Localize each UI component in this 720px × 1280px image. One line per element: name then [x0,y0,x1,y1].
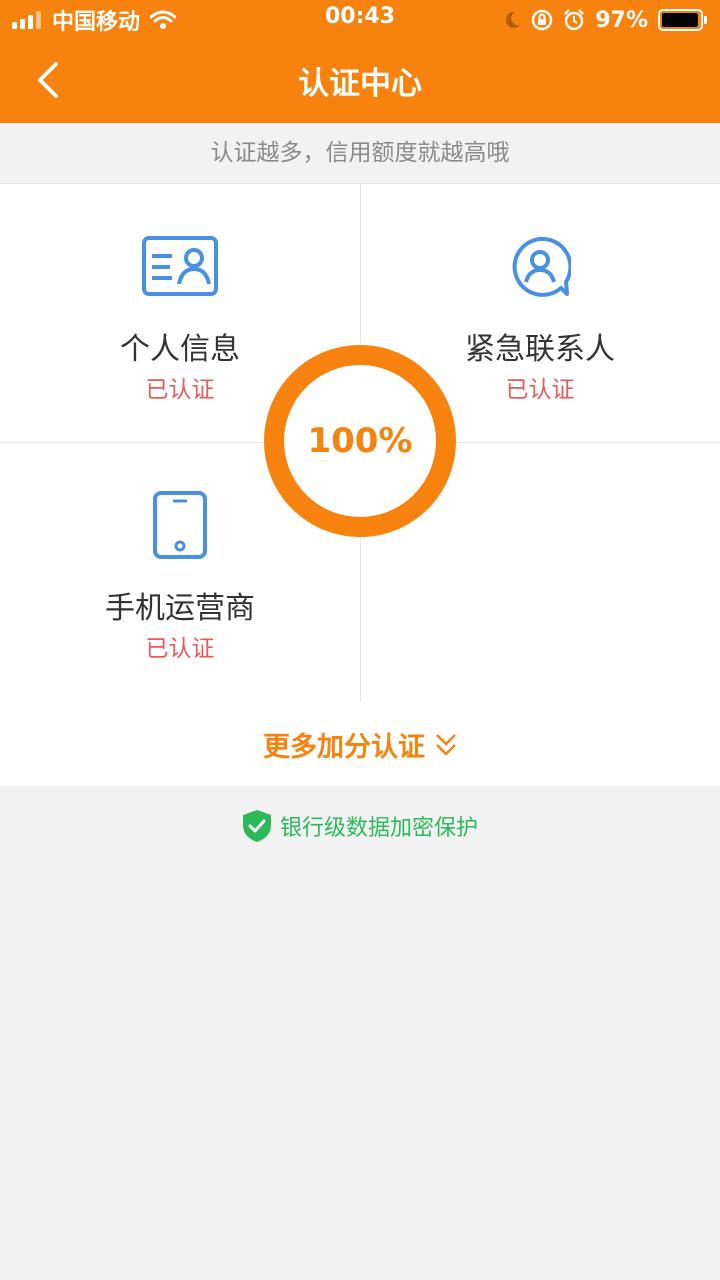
item-status: 已认证 [145,636,215,662]
status-bar: 中国移动 00:43 97% [0,0,720,40]
security-text: 银行级数据加密保护 [279,816,478,841]
moon-icon [506,11,521,28]
app-header: 中国移动 00:43 97% 认证中心 [0,0,720,123]
alarm-icon [564,9,585,31]
id-card-icon [142,236,218,296]
page-title: 认证中心 [298,66,422,102]
double-chevron-down-icon [436,734,456,756]
progress-percent: 100% [307,421,413,461]
contact-chat-icon [512,236,571,297]
more-verification-label: 更多加分认证 [263,731,425,763]
more-verification-link[interactable]: 更多加分认证 [0,702,720,786]
battery-percent: 97% [595,7,648,33]
rotation-lock-icon [532,9,553,31]
mobile-phone-icon [153,491,207,559]
item-title: 手机运营商 [105,591,255,626]
credit-tip: 认证越多，信用额度就越高哦 [210,140,510,166]
battery-icon [658,9,707,31]
shield-check-icon [242,810,271,842]
security-note: 银行级数据加密保护 [0,806,720,846]
